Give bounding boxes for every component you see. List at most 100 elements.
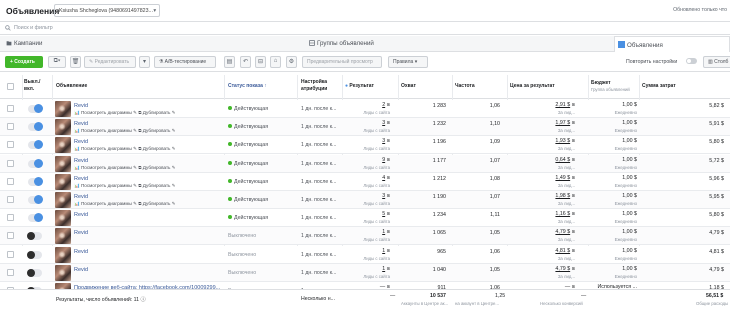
row-checkbox[interactable] [7, 123, 14, 131]
table-row[interactable]: Revid 📊 Посмотреть диаграммы ✎ ⧉ Дублиров… [0, 100, 730, 118]
ad-name[interactable]: Revid [74, 212, 88, 218]
spent-value: 4,79 $ [709, 230, 724, 237]
result-number[interactable]: 1 [382, 248, 385, 254]
ad-name[interactable]: Revid [74, 139, 88, 145]
row-checkbox[interactable] [7, 105, 14, 112]
row-toggle[interactable] [28, 213, 43, 223]
search-input[interactable]: Поиск и фильтр [14, 25, 53, 31]
settings-icon[interactable]: ⚙ [286, 56, 297, 68]
ad-actions[interactable]: 📊 Посмотреть диаграммы ✎ ⧉ Дублировать ✎ [74, 110, 176, 116]
delete-icon[interactable]: ⊟ [255, 56, 266, 68]
table-row[interactable]: Revid Выключено 1 дн. после к... 1 ⊞ Лиды с … [0, 227, 730, 246]
result-number[interactable]: 2 [382, 102, 385, 108]
result-number[interactable]: 5 [382, 211, 385, 217]
row-toggle[interactable] [27, 250, 42, 259]
rules-button[interactable]: Правила ▾ [388, 56, 428, 68]
table-row[interactable]: Revid Действующая 1 дн. после к... 5 ⊞ Лиды … [0, 209, 730, 228]
ad-name[interactable]: Revid [74, 249, 88, 255]
row-toggle[interactable] [28, 140, 43, 150]
cpr-number[interactable]: 1,16 $ [555, 211, 570, 217]
row-checkbox[interactable] [7, 177, 14, 185]
table-row[interactable]: Revid Выключено 1 дн. после к... 1 ⊞ Лиды с … [0, 245, 730, 264]
cpr-number[interactable]: 2,91 $ [555, 102, 570, 108]
result-number[interactable]: 4 [382, 175, 385, 181]
result-number[interactable]: 3 [382, 120, 385, 126]
row-toggle[interactable] [27, 268, 42, 277]
ad-actions[interactable]: 📊 Посмотреть диаграммы ✎ ⧉ Дублировать ✎ [74, 183, 176, 189]
ad-name[interactable]: Revid [74, 230, 88, 236]
column-frequency[interactable]: Частота [455, 83, 475, 90]
chevron-down-icon[interactable]: ▾ [139, 56, 150, 68]
column-result[interactable]: ● Результат [345, 83, 374, 90]
cpr-number[interactable]: 1,93 $ [555, 138, 570, 144]
create-button[interactable]: + Создать [5, 56, 43, 68]
column-reach[interactable]: Охват [401, 83, 416, 90]
search-bar[interactable]: Поиск и фильтр [0, 22, 730, 35]
cpr-number[interactable]: 4,81 $ [555, 248, 570, 254]
column-name[interactable]: Объявление [56, 83, 87, 90]
result-number[interactable]: 3 [382, 138, 385, 144]
account-selector[interactable]: Ksiusha Shcheglova (9480691497823... ▾ [54, 4, 160, 17]
tag-icon[interactable]: ⌂ [270, 56, 281, 68]
duplicate-menu-button[interactable]: ⧉▾ [48, 56, 66, 68]
cpr-number[interactable]: 1,97 $ [555, 120, 570, 126]
table-row[interactable]: Revid 📊 Посмотреть диаграммы ✎ ⧉ Дублиров… [0, 154, 730, 173]
ad-actions[interactable]: 📊 Посмотреть диаграммы ✎ ⧉ Дублировать ✎ [74, 128, 176, 134]
cpr-number[interactable]: 0,64 $ [555, 157, 570, 163]
row-checkbox[interactable] [7, 196, 14, 203]
column-toggle[interactable]: Выкл./вкл. [24, 79, 48, 92]
ab-test-button[interactable]: ⚗ A/B-тестирование [154, 56, 216, 68]
ad-name[interactable]: Revid [74, 267, 88, 273]
row-checkbox[interactable] [7, 268, 14, 276]
tab-ads[interactable]: Объявления [614, 36, 730, 52]
row-toggle[interactable] [28, 176, 43, 186]
row-checkbox[interactable] [7, 141, 14, 149]
customize-toggle[interactable] [686, 58, 697, 64]
cpr-number[interactable]: 1,98 $ [555, 193, 570, 199]
row-toggle[interactable] [28, 158, 43, 168]
select-all-checkbox[interactable] [7, 83, 14, 90]
row-checkbox[interactable] [7, 214, 14, 222]
row-checkbox[interactable] [7, 159, 14, 167]
cpr-number[interactable]: 4,79 $ [555, 229, 570, 235]
columns-button[interactable]: ▥ Столб [703, 56, 730, 68]
result-number[interactable]: 1 [382, 266, 385, 272]
row-checkbox[interactable] [7, 232, 14, 240]
table-row[interactable]: Revid 📊 Посмотреть диаграммы ✎ ⧉ Дублиров… [0, 191, 730, 209]
result-number[interactable]: 3 [382, 193, 385, 199]
column-cpr[interactable]: Цена за результат [510, 83, 555, 90]
undo-icon[interactable]: ↶ [240, 56, 251, 68]
table-row[interactable]: Revid 📊 Посмотреть диаграммы ✎ ⧉ Дублиров… [0, 172, 730, 191]
cpr-number[interactable]: 1,49 $ [555, 175, 570, 181]
clipboard-icon[interactable]: ▤ [224, 56, 235, 68]
column-budget[interactable]: Бюджет [591, 80, 611, 87]
tab-ad-sets[interactable]: Группы объявлений [309, 36, 609, 52]
ad-name[interactable]: Revid [74, 176, 88, 182]
ad-name[interactable]: Revid [74, 194, 88, 200]
ad-name[interactable]: Revid [74, 103, 88, 109]
row-toggle[interactable] [28, 195, 43, 204]
preview-button[interactable]: Предварительный просмотр [302, 56, 382, 68]
row-toggle[interactable] [28, 104, 43, 113]
column-status[interactable]: Статус показа ↑ [228, 83, 267, 90]
trash-icon[interactable]: 🗑 [70, 56, 81, 68]
cpr-number[interactable]: 4,79 $ [555, 266, 570, 272]
table-row[interactable]: Revid 📊 Посмотреть диаграммы ✎ ⧉ Дублиров… [0, 136, 730, 155]
row-toggle[interactable] [28, 122, 43, 132]
row-toggle[interactable] [27, 232, 42, 241]
table-row[interactable]: Revid Выключено 1 дн. после к... 1 ⊞ Лиды с … [0, 263, 730, 282]
ad-actions[interactable]: 📊 Посмотреть диаграммы ✎ ⧉ Дублировать ✎ [74, 146, 176, 152]
result-number[interactable]: 1 [382, 229, 385, 235]
ad-name[interactable]: Revid [74, 158, 88, 164]
column-spent[interactable]: Сумма затрат [642, 83, 676, 90]
result-number[interactable]: 9 [382, 157, 385, 163]
ad-actions[interactable]: 📊 Посмотреть диаграммы ✎ ⧉ Дублировать ✎ [74, 201, 176, 207]
reach-value: 965 [437, 248, 446, 255]
edit-button[interactable]: ✎ Редактировать [84, 56, 136, 68]
ad-name[interactable]: Revid [74, 121, 88, 127]
table-row[interactable]: Revid 📊 Посмотреть диаграммы ✎ ⧉ Дублиров… [0, 118, 730, 137]
column-attribution[interactable]: Настройка атрибуции [301, 79, 341, 92]
row-checkbox[interactable] [7, 250, 14, 258]
tab-campaigns[interactable]: Кампании [4, 36, 304, 52]
ad-actions[interactable]: 📊 Посмотреть диаграммы ✎ ⧉ Дублировать ✎ [74, 165, 176, 171]
